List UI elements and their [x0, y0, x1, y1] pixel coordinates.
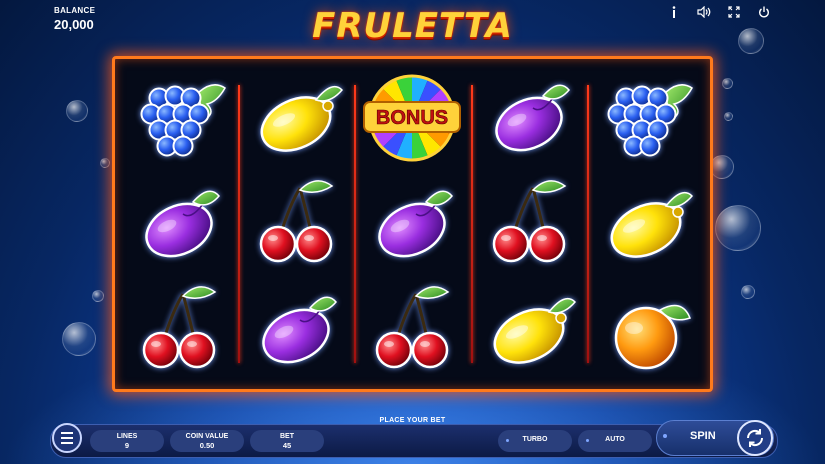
cherries-icon — [492, 180, 567, 263]
plum-symbol — [471, 65, 588, 171]
reels-frame: BONUS — [112, 56, 713, 392]
grapes-symbol — [121, 65, 238, 171]
reel-5 — [587, 65, 704, 383]
spin-label: SPIN — [690, 430, 716, 442]
lines-value: 9 — [124, 441, 130, 450]
lines-selector[interactable]: LINES 9 — [90, 430, 164, 452]
coin-value-label: COIN VALUE — [185, 433, 229, 440]
auto-indicator-icon — [586, 439, 589, 442]
bubble — [724, 112, 733, 121]
bubble — [66, 100, 88, 122]
plum-symbol — [354, 171, 471, 277]
lemon-symbol — [471, 277, 588, 383]
lemon-icon — [493, 297, 577, 364]
bet-selector[interactable]: BET 45 — [250, 430, 324, 452]
bubble — [722, 78, 733, 89]
reels-area: BONUS — [121, 65, 704, 383]
cherries-icon — [376, 286, 450, 369]
bubble — [100, 158, 110, 168]
cherries-symbol — [121, 277, 238, 383]
coin-value-selector[interactable]: COIN VALUE 0.50 — [170, 430, 244, 452]
sound-icon[interactable] — [697, 5, 711, 19]
bubble — [710, 155, 734, 179]
top-toolbar — [667, 5, 771, 19]
orange-symbol — [587, 277, 704, 383]
bonus-symbol: BONUS — [354, 65, 471, 171]
cherries-symbol — [471, 171, 588, 277]
coin-value: 0.50 — [199, 441, 215, 450]
lemon-icon — [260, 85, 343, 152]
cherries-symbol — [354, 277, 471, 383]
reel-2 — [237, 65, 355, 383]
bonus-label: BONUS — [376, 107, 448, 129]
plum-symbol — [121, 171, 238, 277]
plum-icon — [145, 190, 221, 258]
cherries-icon — [259, 180, 334, 263]
lemon-icon — [610, 191, 693, 258]
menu-icon — [61, 432, 73, 434]
spin-indicator-icon — [663, 434, 667, 438]
bonus-icon: BONUS — [363, 74, 462, 162]
turbo-button[interactable]: TURBO — [498, 430, 572, 452]
plum-icon — [378, 190, 454, 258]
bet-value: 45 — [282, 441, 292, 450]
orange-icon — [614, 304, 691, 370]
grapes-icon — [607, 84, 693, 157]
grapes-symbol — [587, 65, 704, 171]
menu-button[interactable] — [52, 423, 82, 453]
reel-3: BONUS — [354, 65, 471, 383]
reel-4 — [470, 65, 588, 383]
grapes-icon — [140, 84, 227, 157]
reel-1 — [121, 65, 238, 383]
plum-icon — [495, 84, 571, 152]
turbo-label: TURBO — [522, 436, 548, 443]
info-icon[interactable] — [667, 5, 681, 19]
auto-button[interactable]: AUTO — [578, 430, 652, 452]
bubble — [741, 285, 755, 299]
bubble — [92, 290, 104, 302]
plum-symbol — [238, 277, 355, 383]
bet-label: BET — [280, 433, 294, 440]
lemon-symbol — [587, 171, 704, 277]
lines-label: LINES — [116, 433, 138, 440]
spin-arrows-icon — [746, 429, 764, 447]
turbo-indicator-icon — [506, 439, 509, 442]
spin-button[interactable] — [737, 420, 773, 456]
fullscreen-icon[interactable] — [727, 5, 741, 19]
auto-label: AUTO — [605, 436, 625, 443]
power-icon[interactable] — [757, 5, 771, 19]
lemon-symbol — [238, 65, 355, 171]
cherries-icon — [143, 286, 217, 369]
bubble — [62, 322, 96, 356]
plum-icon — [262, 296, 337, 364]
bubble — [715, 205, 761, 251]
cherries-symbol — [238, 171, 355, 277]
